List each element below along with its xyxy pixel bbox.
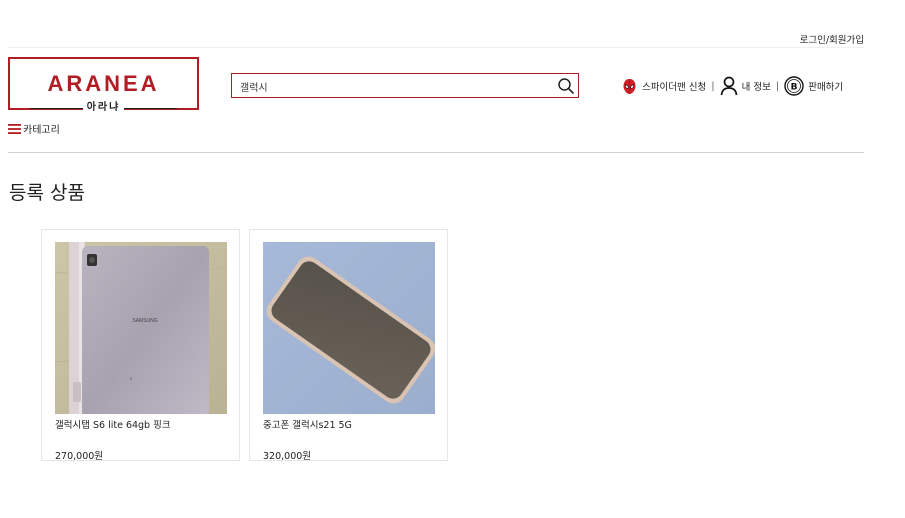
category-menu[interactable]: 카테고리 — [8, 121, 60, 136]
product-price: 270,000원 — [55, 451, 104, 462]
product-card[interactable]: 중고폰 갤럭시s21 5G 320,000원 — [249, 229, 448, 462]
logo-subtitle-text: 아라냐 — [82, 102, 125, 113]
sell-link[interactable]: B 판매하기 — [784, 76, 843, 96]
logo[interactable]: ARANEA 아라냐 — [8, 57, 199, 113]
product-title: 갤럭시탭 S6 lite 64gb 핑크 — [55, 420, 171, 431]
phone-photo — [263, 242, 435, 414]
search-input[interactable] — [240, 77, 550, 95]
product-image: SAMSUNG S — [55, 242, 227, 414]
nav-separator: | — [711, 80, 715, 92]
login-signup-link[interactable]: 로그인/회원가입 — [800, 32, 864, 46]
header-divider — [8, 152, 864, 153]
spiderman-apply-label: 스파이더맨 신청 — [642, 82, 707, 93]
bitcoin-icon: B — [784, 76, 804, 96]
section-title: 등록 상품 — [9, 182, 85, 204]
tablet-photo: SAMSUNG S — [55, 242, 227, 414]
logo-text: ARANEA — [47, 71, 160, 96]
product-price: 320,000원 — [263, 451, 312, 462]
hamburger-menu-icon — [8, 123, 21, 134]
logo-subtitle: 아라냐 — [10, 95, 197, 114]
search-box — [231, 73, 579, 98]
nav-separator: | — [775, 80, 780, 92]
page: 로그인/회원가입 ARANEA 아라냐 스파이더맨 신청 | — [0, 0, 905, 518]
product-image — [263, 242, 435, 414]
spiderman-apply-link[interactable]: 스파이더맨 신청 — [621, 78, 706, 95]
my-info-link[interactable]: 내 정보 — [720, 76, 771, 96]
product-title: 중고폰 갤럭시s21 5G — [263, 420, 352, 431]
category-label: 카테고리 — [23, 125, 60, 136]
tablet-s-label: S — [130, 376, 133, 381]
user-icon — [720, 76, 737, 96]
search-icon[interactable] — [557, 77, 575, 95]
tablet-brand-label: SAMSUNG — [132, 318, 157, 324]
sell-label: 판매하기 — [808, 82, 844, 93]
spiderman-icon — [623, 78, 636, 94]
product-card[interactable]: SAMSUNG S 갤럭시탭 S6 lite 64gb 핑크 270,000원 — [41, 229, 240, 462]
top-divider — [8, 47, 864, 48]
my-info-label: 내 정보 — [741, 82, 771, 93]
header-nav: 스파이더맨 신청 | 내 정보 | B 판매하기 — [621, 72, 843, 100]
svg-text:B: B — [791, 83, 798, 93]
